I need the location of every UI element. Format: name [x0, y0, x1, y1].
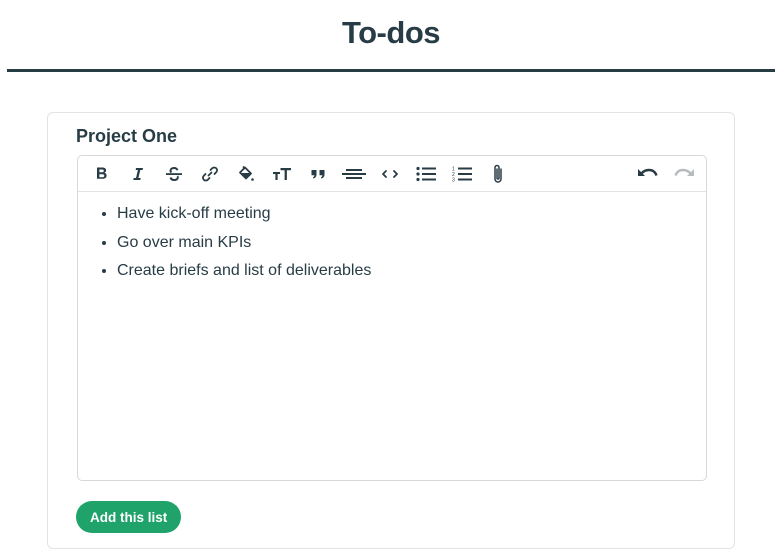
attach-files-button[interactable]	[480, 157, 516, 191]
bullet-list-button[interactable]	[408, 157, 444, 191]
numbered-list-button[interactable]: 123	[444, 157, 480, 191]
add-this-list-button[interactable]: Add this list	[76, 501, 182, 533]
numbered-list-icon: 123	[452, 166, 472, 182]
redo-icon	[673, 166, 695, 180]
editor-toolbar: 123	[78, 156, 706, 192]
quote-button[interactable]	[300, 157, 336, 191]
highlight-color-icon	[237, 165, 255, 183]
redo-button[interactable]	[666, 156, 702, 190]
attachment-icon	[491, 163, 505, 185]
todo-items: Have kick-off meeting Go over main KPIs …	[94, 204, 690, 281]
undo-button[interactable]	[630, 156, 666, 190]
bold-icon	[94, 166, 110, 182]
quote-icon	[310, 166, 326, 182]
divider-button[interactable]	[336, 157, 372, 191]
page-title: To-dos	[341, 14, 441, 50]
italic-button[interactable]	[120, 157, 156, 191]
bold-button[interactable]	[84, 157, 120, 191]
todo-item[interactable]: Have kick-off meeting	[117, 204, 690, 224]
link-icon	[201, 165, 219, 183]
heading-button[interactable]	[264, 157, 300, 191]
strikethrough-icon	[165, 166, 183, 182]
link-button[interactable]	[192, 157, 228, 191]
list-title: Project One	[76, 126, 178, 146]
code-icon	[381, 168, 399, 180]
todo-item[interactable]: Go over main KPIs	[117, 233, 690, 253]
horizontal-rule-icon	[342, 166, 366, 182]
rich-text-editor[interactable]: 123 • Have kick-off meeting • Go over ma…	[77, 155, 707, 481]
page-header: To-dos	[7, 0, 775, 72]
editor-content[interactable]: Have kick-off meeting Go over main KPIs …	[78, 192, 706, 281]
highlight-button[interactable]	[228, 157, 264, 191]
undo-icon	[637, 166, 659, 180]
italic-icon	[130, 166, 146, 182]
svg-text:3: 3	[452, 177, 455, 182]
strikethrough-button[interactable]	[156, 157, 192, 191]
todo-list-card: Project One 1 2 3 • Have kick-off meetin…	[47, 112, 735, 549]
bullet-list-icon	[416, 166, 436, 182]
todo-item[interactable]: Create briefs and list of deliverables	[117, 261, 690, 281]
code-button[interactable]	[372, 157, 408, 191]
text-size-icon	[272, 166, 292, 182]
